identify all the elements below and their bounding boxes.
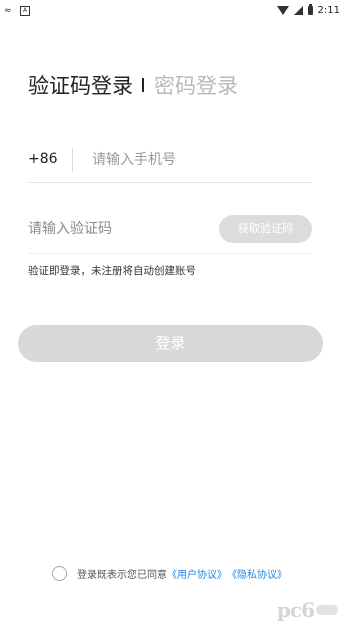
status-time: 2:11	[317, 5, 340, 16]
a-icon: A	[20, 6, 30, 16]
agreement: 登录既表示您已同意 《用户协议》 《隐私协议》	[52, 566, 287, 581]
code-input[interactable]	[28, 216, 208, 242]
status-right: 2:11	[276, 4, 340, 16]
phone-divider	[72, 148, 73, 172]
phone-input[interactable]	[92, 147, 302, 173]
country-code[interactable]: +86	[28, 151, 58, 167]
privacy-agreement-link[interactable]: 《隐私协议》	[227, 566, 287, 581]
tab-password-login[interactable]: 密码登录	[154, 70, 238, 100]
phone-row: +86	[28, 142, 312, 183]
user-agreement-link[interactable]: 《用户协议》	[167, 566, 227, 581]
code-row: 获取验证码	[28, 213, 312, 254]
login-button[interactable]: 登录	[18, 325, 323, 362]
get-code-button[interactable]: 获取验证码	[219, 215, 312, 243]
tab-separator	[142, 78, 144, 92]
cat-icon: ≈	[4, 6, 12, 16]
agree-checkbox[interactable]	[52, 566, 67, 581]
signal-icon	[293, 6, 303, 15]
status-bar: ≈ A 2:11	[0, 0, 344, 24]
watermark-text: pc6	[276, 598, 315, 622]
battery-icon	[307, 4, 313, 15]
login-screen: ≈ A 2:11 验证码登录 密码登录 +86 获取验证码 验证即登录，未注册将…	[0, 0, 344, 628]
status-left-icons: ≈ A	[4, 6, 30, 16]
auto-register-hint: 验证即登录，未注册将自动创建账号	[28, 265, 196, 277]
watermark-badge-icon	[316, 605, 338, 615]
tab-sms-login[interactable]: 验证码登录	[28, 70, 133, 100]
wifi-icon	[276, 6, 289, 15]
watermark-logo: pc6	[277, 598, 338, 622]
login-tabs: 验证码登录 密码登录	[28, 70, 238, 100]
agreement-prefix: 登录既表示您已同意	[77, 570, 167, 581]
